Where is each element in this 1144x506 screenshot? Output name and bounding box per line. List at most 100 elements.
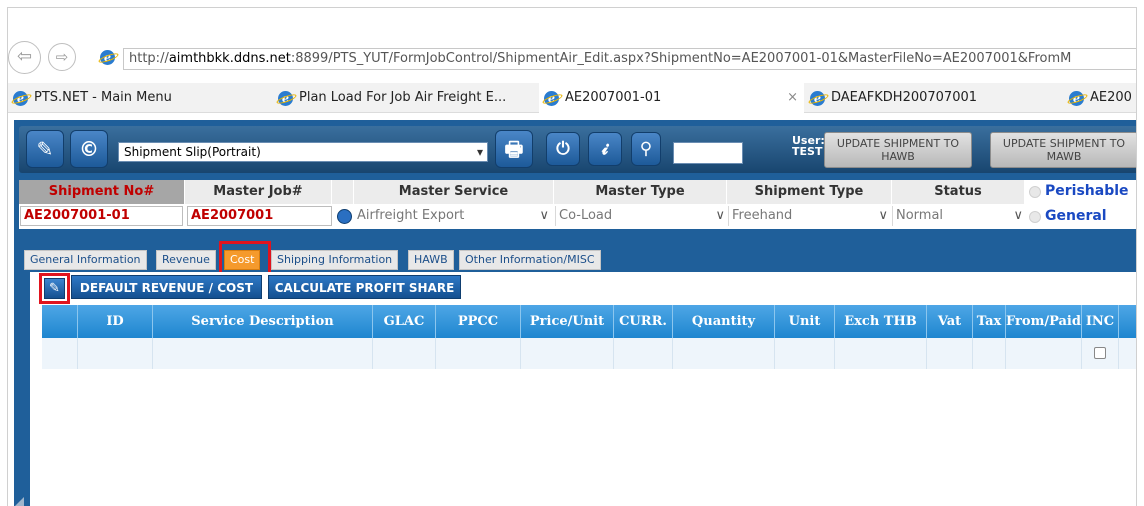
- chevron-down-icon: ∨: [539, 208, 549, 223]
- master-type-label: Master Type: [554, 180, 727, 204]
- master-type-select[interactable]: Co-Load ∨: [555, 206, 727, 226]
- master-service-label: Master Service: [354, 180, 554, 204]
- grid-header-blank: [42, 305, 78, 338]
- grid-cell: [835, 338, 927, 369]
- app-toolbar: ✎ © Shipment Slip(Portrait) ▾ 🖶 ⏻ 𝓲 ⚲ Us…: [19, 126, 1136, 173]
- edit-icon[interactable]: ✎: [26, 130, 64, 168]
- chevron-down-icon: ∨: [1013, 208, 1023, 223]
- spacer-cell: [332, 180, 354, 204]
- browser-tab-main-menu[interactable]: e PTS.NET - Main Menu: [8, 83, 266, 113]
- browser-tab-label: AE2007001-01: [565, 90, 662, 105]
- perishable-option[interactable]: Perishable: [1025, 180, 1136, 204]
- grid-cell: [1006, 338, 1082, 369]
- ie-icon: e: [278, 91, 293, 106]
- tab-shipping-information[interactable]: Shipping Information: [271, 250, 399, 270]
- app-tabs: General Information Revenue Cost Shippin…: [19, 241, 1136, 275]
- grid-cell: [614, 338, 673, 369]
- power-icon[interactable]: ⏻: [546, 132, 580, 166]
- update-shipment-to-mawb-button[interactable]: UPDATE SHIPMENT TO MAWB: [990, 132, 1136, 168]
- shipment-no-field[interactable]: AE2007001-01: [20, 206, 183, 226]
- ie-icon: e: [13, 91, 28, 106]
- header-value-row: AE2007001-01 AE2007001 Airfreight Export…: [19, 204, 1136, 229]
- chevron-down-icon: ∨: [878, 208, 888, 223]
- app-container: ✎ © Shipment Slip(Portrait) ▾ 🖶 ⏻ 𝓲 ⚲ Us…: [14, 120, 1136, 506]
- shipment-type-select[interactable]: Freehand ∨: [728, 206, 890, 226]
- browser-tab-label: PTS.NET - Main Menu: [34, 90, 172, 105]
- key-icon[interactable]: ⚲: [631, 132, 661, 166]
- master-service-select[interactable]: Airfreight Export ∨: [354, 206, 551, 226]
- grid-cell: [153, 338, 373, 369]
- grid-cell: [521, 338, 614, 369]
- copyright-icon[interactable]: ©: [70, 130, 108, 168]
- general-label: General: [1045, 208, 1107, 224]
- ie-icon: e: [1069, 91, 1084, 106]
- close-icon[interactable]: ×: [787, 83, 798, 113]
- info-icon[interactable]: 𝓲: [588, 132, 622, 166]
- print-template-select[interactable]: Shipment Slip(Portrait) ▾: [118, 142, 488, 162]
- address-bar-area: ⇦ ⇨ e http://aimthbkk.ddns.net:8899/PTS_…: [8, 39, 1136, 83]
- browser-tab-label: DAEAFKDH200707001: [831, 90, 978, 105]
- browser-tab-plan-load[interactable]: e Plan Load For Job Air Freight E...: [273, 83, 538, 113]
- chevron-down-icon: ▾: [476, 145, 483, 159]
- browser-window: ⇦ ⇨ e http://aimthbkk.ddns.net:8899/PTS_…: [7, 7, 1137, 506]
- ie-icon: e: [810, 91, 825, 106]
- status-label: Status: [892, 180, 1025, 204]
- perishable-radio[interactable]: [1029, 186, 1041, 198]
- url-host: aimthbkk.ddns.net: [168, 51, 291, 66]
- master-job-field[interactable]: AE2007001: [187, 206, 332, 226]
- grid-header-glac[interactable]: GLAC: [373, 305, 436, 338]
- browser-tab-ae200[interactable]: e AE200: [1064, 83, 1136, 113]
- back-icon[interactable]: ⇦: [8, 41, 41, 74]
- grid-header-unit[interactable]: Unit: [775, 305, 835, 338]
- master-job-label: Master Job#: [185, 180, 332, 204]
- url-rest: :8899/PTS_YUT/FormJobControl/ShipmentAir…: [290, 51, 1072, 66]
- lookup-icon[interactable]: [337, 209, 352, 224]
- grid-header-tax[interactable]: Tax: [973, 305, 1006, 338]
- tab-general-information[interactable]: General Information: [24, 250, 147, 270]
- grid-header-id[interactable]: ID: [78, 305, 153, 338]
- grid-cell: [373, 338, 436, 369]
- perishable-label: Perishable: [1045, 183, 1129, 199]
- left-edge-bar: [14, 272, 30, 506]
- browser-tab-active[interactable]: e AE2007001-01 ×: [539, 83, 804, 113]
- ie-icon: e: [100, 50, 115, 65]
- grid-cell: [927, 338, 973, 369]
- grid-header-inc[interactable]: INC: [1082, 305, 1119, 338]
- grid-header-service-description[interactable]: Service Description: [153, 305, 373, 338]
- calculate-profit-share-button[interactable]: CALCULATE PROFIT SHARE: [268, 275, 461, 299]
- url-input[interactable]: http://aimthbkk.ddns.net:8899/PTS_YUT/Fo…: [123, 48, 1136, 70]
- tab-hawb[interactable]: HAWB: [408, 250, 454, 270]
- tab-other-information[interactable]: Other Information/MISC: [459, 250, 601, 270]
- search-input[interactable]: [673, 142, 743, 164]
- default-revenue-cost-button[interactable]: DEFAULT REVENUE / COST: [71, 275, 262, 299]
- browser-tab-strip: e PTS.NET - Main Menu e Plan Load For Jo…: [8, 83, 1136, 113]
- grid-cell: [78, 338, 153, 369]
- update-shipment-to-hawb-button[interactable]: UPDATE SHIPMENT TO HAWB: [824, 132, 972, 168]
- cost-grid-header: ID Service Description GLAC PPCC Price/U…: [42, 305, 1136, 338]
- tab-revenue[interactable]: Revenue: [156, 250, 216, 270]
- browser-tab-label: Plan Load For Job Air Freight E...: [299, 90, 507, 105]
- general-option[interactable]: General: [1025, 204, 1136, 229]
- print-icon[interactable]: 🖶: [495, 130, 533, 168]
- status-select[interactable]: Normal ∨: [892, 206, 1025, 226]
- print-template-value: Shipment Slip(Portrait): [124, 145, 261, 159]
- inc-checkbox[interactable]: [1094, 347, 1106, 359]
- grid-cell: [42, 338, 78, 369]
- grid-header-quantity[interactable]: Quantity: [673, 305, 775, 338]
- url-prefix: http://: [129, 51, 169, 66]
- grid-header-exch-thb[interactable]: Exch THB: [835, 305, 927, 338]
- grid-cell: [673, 338, 775, 369]
- table-row: [42, 338, 1136, 369]
- general-radio[interactable]: [1029, 211, 1041, 223]
- grid-header-price-unit[interactable]: Price/Unit: [521, 305, 614, 338]
- shipment-no-label: Shipment No#: [19, 180, 185, 204]
- forward-icon[interactable]: ⇨: [48, 43, 76, 71]
- grid-header-from-paid[interactable]: From/Paid: [1006, 305, 1082, 338]
- cost-panel: ✎ DEFAULT REVENUE / COST CALCULATE PROFI…: [30, 272, 1136, 506]
- grid-header-ppcc[interactable]: PPCC: [436, 305, 521, 338]
- browser-tab-daeafkdh[interactable]: e DAEAFKDH200707001: [805, 83, 1045, 113]
- grid-header-vat[interactable]: Vat: [927, 305, 973, 338]
- master-type-value: Co-Load: [559, 208, 613, 223]
- grid-header-curr[interactable]: CURR.: [614, 305, 673, 338]
- grid-cell: [436, 338, 521, 369]
